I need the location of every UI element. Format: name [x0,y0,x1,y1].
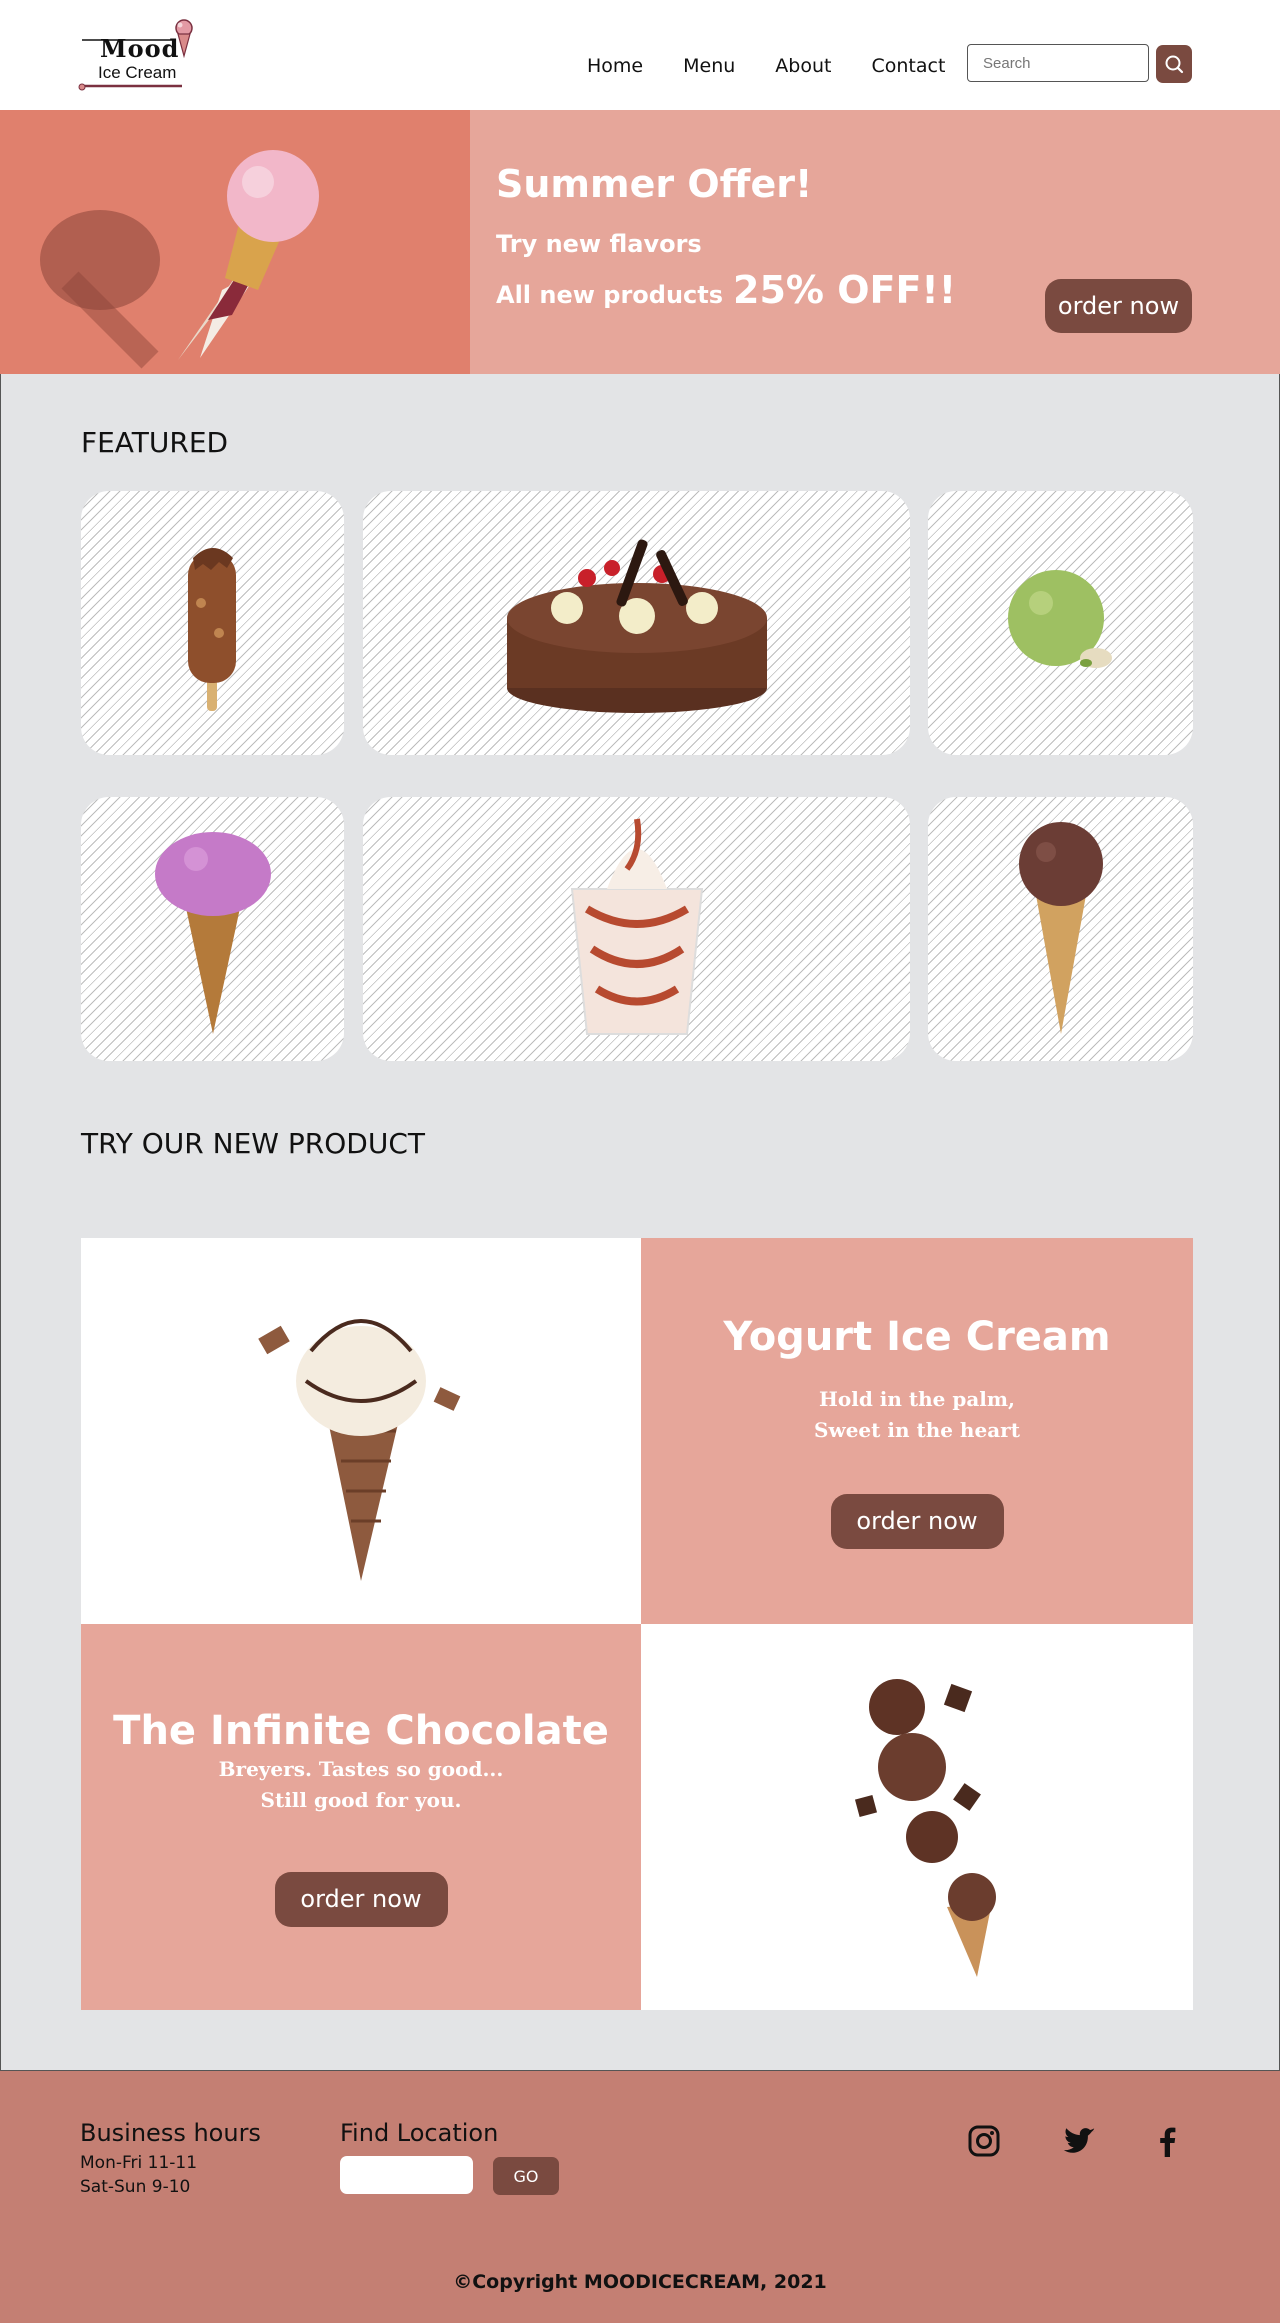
cake-image [506,539,767,713]
twitter-link[interactable] [1062,2123,1098,2159]
go-button[interactable]: GO [493,2157,559,2195]
hero-banner: Summer Offer! Try new flavors All new pr… [0,110,1280,374]
promo-yogurt-title: Yogurt Ice Cream [723,1313,1111,1360]
logo-word-mood: Mood [100,34,180,63]
promo-yogurt-tagline-2: Sweet in the heart [814,1417,1020,1442]
chocolate-cone-burst-image [854,1679,996,1977]
chocolate-cone-image [1018,822,1103,1034]
search-input[interactable] [967,44,1149,82]
pistachio-scoop-image [1007,570,1112,668]
business-hours-weekday: Mon-Fri 11-11 [80,2153,198,2173]
copyright-text: ©Copyright MOODICECREAM, 2021 [453,2271,827,2293]
sundae-cup-image [570,818,703,1035]
nav-home[interactable]: Home [587,55,643,77]
instagram-icon [968,2125,1000,2157]
nav-contact[interactable]: Contact [871,55,945,77]
hero-discount-value: 25% OFF!! [733,268,957,312]
hero-discount-prefix: All new products [496,281,724,309]
promo-chocolate-title: The Infinite Chocolate [113,1707,609,1754]
site-footer: Business hours Mon-Fri 11-11 Sat-Sun 9-1… [0,2071,1280,2323]
facebook-icon [1160,2127,1176,2157]
location-input[interactable] [340,2156,473,2194]
hero-order-button[interactable]: order now [1045,279,1192,333]
promo-chocolate-info: The Infinite Chocolate Breyers. Tastes s… [81,1624,641,2010]
ice-cream-cone-illustration [40,150,319,369]
yogurt-cone-image [258,1319,461,1581]
featured-caramel-sundae-cup[interactable] [363,797,910,1061]
promo-grid: Yogurt Ice Cream Hold in the palm, Sweet… [81,1238,1193,2010]
business-hours-weekend: Sat-Sun 9-10 [80,2177,191,2197]
promo-yogurt-order-button[interactable]: order now [830,1493,1004,1549]
business-hours-heading: Business hours [80,2119,261,2147]
new-product-heading: TRY OUR NEW PRODUCT [81,1127,425,1160]
nav-about[interactable]: About [775,55,831,77]
promo-yogurt-info: Yogurt Ice Cream Hold in the palm, Sweet… [641,1238,1193,1624]
featured-berry-ice-cream-cone[interactable] [81,797,344,1061]
popsicle-image [187,548,236,711]
promo-yogurt-image [81,1238,641,1624]
hero-subtitle: Try new flavors [496,230,702,258]
featured-pistachio-scoop[interactable] [928,491,1193,755]
promo-chocolate-order-button[interactable]: order now [274,1871,448,1927]
hero-image [0,110,470,374]
nav-menu[interactable]: Menu [683,55,735,77]
main-content: FEATURED TRY OUR NEW PRODUCT Yogurt Ice … [0,374,1280,2071]
find-location-heading: Find Location [340,2119,499,2147]
site-header: Mood Ice Cream Home Menu About Contact [0,0,1280,110]
berry-cone-image [154,832,271,1034]
search-button[interactable] [1156,45,1192,83]
featured-chocolate-popsicle[interactable] [81,491,344,755]
logo-word-ice-cream: Ice Cream [98,63,177,82]
featured-black-forest-cake[interactable] [363,491,910,755]
promo-chocolate-tagline-1: Breyers. Tastes so good... [218,1756,504,1781]
hero-discount-line: All new products 25% OFF!! [496,268,956,312]
hero-title: Summer Offer! [496,162,813,206]
main-nav: Home Menu About Contact [587,55,985,77]
twitter-icon [1063,2128,1095,2153]
promo-chocolate-image [641,1624,1193,2010]
search-icon [1165,55,1184,74]
facebook-link[interactable] [1150,2123,1186,2159]
instagram-link[interactable] [966,2123,1002,2159]
promo-chocolate-tagline-2: Still good for you. [260,1787,462,1812]
featured-heading: FEATURED [81,426,229,459]
brand-logo[interactable]: Mood Ice Cream [78,16,198,96]
hero-offer: Summer Offer! Try new flavors All new pr… [470,110,1280,374]
featured-chocolate-ice-cream-cone[interactable] [928,797,1193,1061]
promo-yogurt-tagline-1: Hold in the palm, [818,1386,1015,1411]
